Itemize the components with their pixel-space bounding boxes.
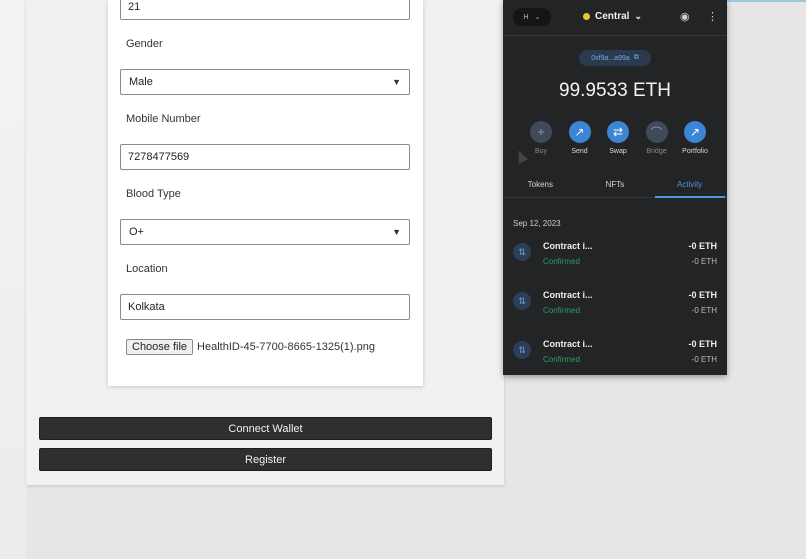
transaction-amount: -0 ETH <box>688 241 717 251</box>
blood-type-select[interactable]: O+ ▼ <box>120 219 410 245</box>
wallet-action-label: Portfolio <box>682 148 708 155</box>
page-left-margin <box>0 0 26 559</box>
contract-interaction-icon: ⇅ <box>513 341 531 359</box>
age-input[interactable] <box>120 0 410 20</box>
network-short-label: H <box>523 13 529 21</box>
selected-file-name: HealthID-45-7700-8665-1325(1).png <box>197 341 375 353</box>
mobile-number-input[interactable] <box>120 144 410 170</box>
tab-tokens[interactable]: Tokens <box>505 178 575 198</box>
transaction-status: Confirmed <box>543 306 580 315</box>
blood-type-selected-value: O+ <box>129 226 144 238</box>
chevron-down-icon: ⌄ <box>634 11 642 21</box>
connect-wallet-button[interactable]: Connect Wallet <box>39 417 492 440</box>
file-upload-row: Choose file HealthID-45-7700-8665-1325(1… <box>126 339 375 355</box>
bridge-icon: ⌒ <box>645 121 668 143</box>
copy-icon: ⧉ <box>633 54 639 61</box>
chevron-down-icon: ▼ <box>392 227 401 237</box>
transaction-amount: -0 ETH <box>688 290 717 300</box>
wallet-action-bridge: ⌒ Bridge <box>639 121 675 155</box>
mobile-label: Mobile Number <box>126 113 201 125</box>
wallet-address: 0xf9a...a99a <box>591 54 630 62</box>
account-name: Central <box>595 11 630 22</box>
transaction-title: Contract i... <box>543 290 593 300</box>
transaction-amount: -0 ETH <box>688 339 717 349</box>
chevron-down-icon: ⌄ <box>534 14 541 21</box>
gender-selected-value: Male <box>129 76 153 88</box>
chart-icon: ↗ <box>684 121 706 143</box>
chevron-down-icon: ▼ <box>392 77 401 87</box>
wallet-header: H ⌄ Central ⌄ ◉ ⋮ <box>503 0 727 36</box>
wallet-action-label: Swap <box>609 148 627 155</box>
transaction-title: Contract i... <box>543 339 593 349</box>
transaction-fiat-amount: -0 ETH <box>691 257 717 266</box>
transaction-status: Confirmed <box>543 257 580 266</box>
wallet-action-label: Buy <box>534 148 548 155</box>
gender-select[interactable]: Male ▼ <box>120 69 410 95</box>
globe-connection-icon[interactable]: ◉ <box>680 10 690 23</box>
blood-type-label: Blood Type <box>126 188 181 200</box>
contract-interaction-icon: ⇅ <box>513 243 531 261</box>
wallet-popup: H ⌄ Central ⌄ ◉ ⋮ 0xf9a...a99a ⧉ 99.9533… <box>503 0 727 375</box>
plus-icon: + <box>530 121 552 143</box>
transaction-fiat-amount: -0 ETH <box>691 355 717 364</box>
send-arrow-icon: ↗ <box>568 121 591 143</box>
account-avatar-icon <box>583 13 590 20</box>
tab-activity[interactable]: Activity <box>654 178 725 198</box>
address-copy-pill[interactable]: 0xf9a...a99a ⧉ <box>579 50 651 66</box>
transaction-fiat-amount: -0 ETH <box>691 306 717 315</box>
wallet-tabs: Tokens NFTs Activity <box>503 178 727 198</box>
transaction-row[interactable]: ⇅ Contract i... Confirmed -0 ETH -0 ETH <box>513 240 719 274</box>
location-label: Location <box>126 263 168 275</box>
gender-label: Gender <box>126 38 163 50</box>
wallet-action-label: Bridge <box>646 148 667 155</box>
transaction-row[interactable]: ⇅ Contract i... Confirmed -0 ETH -0 ETH <box>513 338 719 372</box>
network-selector[interactable]: H ⌄ <box>513 8 551 26</box>
account-selector[interactable]: Central ⌄ <box>583 11 642 22</box>
more-options-icon[interactable]: ⋮ <box>707 10 718 23</box>
swap-icon: ⇄ <box>607 121 629 143</box>
transaction-title: Contract i... <box>543 241 593 251</box>
wallet-actions: + Buy ↗ Send ⇄ Swap ⌒ Bridge ↗ Portfolio <box>523 121 713 155</box>
wallet-action-send[interactable]: ↗ Send <box>562 121 598 155</box>
contract-interaction-icon: ⇅ <box>513 292 531 310</box>
tab-nfts[interactable]: NFTs <box>580 178 650 198</box>
transaction-row[interactable]: ⇅ Contract i... Confirmed -0 ETH -0 ETH <box>513 289 719 323</box>
eth-balance: 99.9533 ETH <box>559 80 671 101</box>
transaction-status: Confirmed <box>543 355 580 364</box>
wallet-action-label: Send <box>571 148 588 155</box>
location-input[interactable] <box>120 294 410 320</box>
wallet-action-buy: + Buy <box>523 121 559 155</box>
activity-date-header: Sep 12, 2023 <box>513 219 561 228</box>
wallet-action-swap[interactable]: ⇄ Swap <box>600 121 636 155</box>
register-button[interactable]: Register <box>39 448 492 471</box>
choose-file-button[interactable]: Choose file <box>126 339 194 355</box>
wallet-action-portfolio[interactable]: ↗ Portfolio <box>677 121 713 155</box>
